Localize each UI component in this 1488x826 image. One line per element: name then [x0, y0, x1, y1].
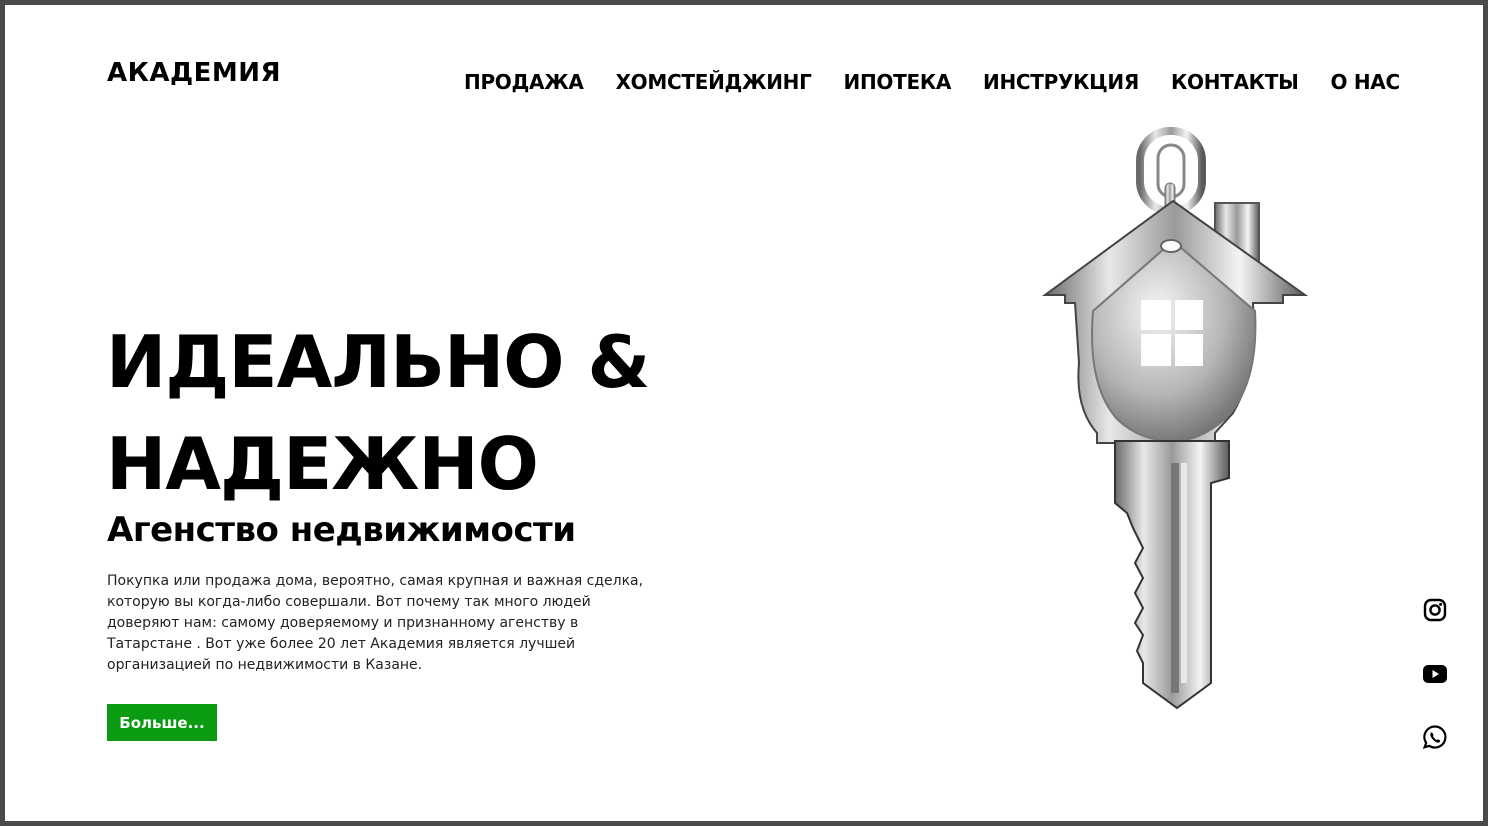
whatsapp-icon[interactable]: [1421, 723, 1449, 751]
hero-title: ИДЕАЛЬНО & НАДЕЖНО: [106, 311, 650, 515]
site-logo[interactable]: АКАДЕМИЯ: [107, 58, 281, 88]
nav-item-mortgage[interactable]: ИПОТЕКА: [844, 70, 952, 94]
hero-title-line-1: ИДЕАЛЬНО &: [106, 320, 650, 404]
landing-page: АКАДЕМИЯ ПРОДАЖА ХОМСТЕЙДЖИНГ ИПОТЕКА ИН…: [5, 5, 1483, 821]
hero-description: Покупка или продажа дома, вероятно, сама…: [107, 573, 644, 673]
nav-item-contacts[interactable]: КОНТАКТЫ: [1171, 70, 1299, 94]
youtube-icon[interactable]: [1421, 660, 1449, 688]
instagram-icon[interactable]: [1421, 596, 1449, 624]
hero-title-line-2: НАДЕЖНО: [106, 422, 539, 506]
nav-item-sale[interactable]: ПРОДАЖА: [464, 70, 584, 94]
main-nav: ПРОДАЖА ХОМСТЕЙДЖИНГ ИПОТЕКА ИНСТРУКЦИЯ …: [464, 70, 1400, 94]
nav-item-instructions[interactable]: ИНСТРУКЦИЯ: [983, 70, 1139, 94]
hero-subtitle: Агенство недвижимости: [107, 510, 576, 550]
house-key-icon: [1035, 123, 1315, 713]
more-button[interactable]: Больше...: [107, 704, 217, 741]
nav-item-about[interactable]: О НАС: [1331, 70, 1401, 94]
nav-item-homestaging[interactable]: ХОМСТЕЙДЖИНГ: [616, 70, 812, 94]
